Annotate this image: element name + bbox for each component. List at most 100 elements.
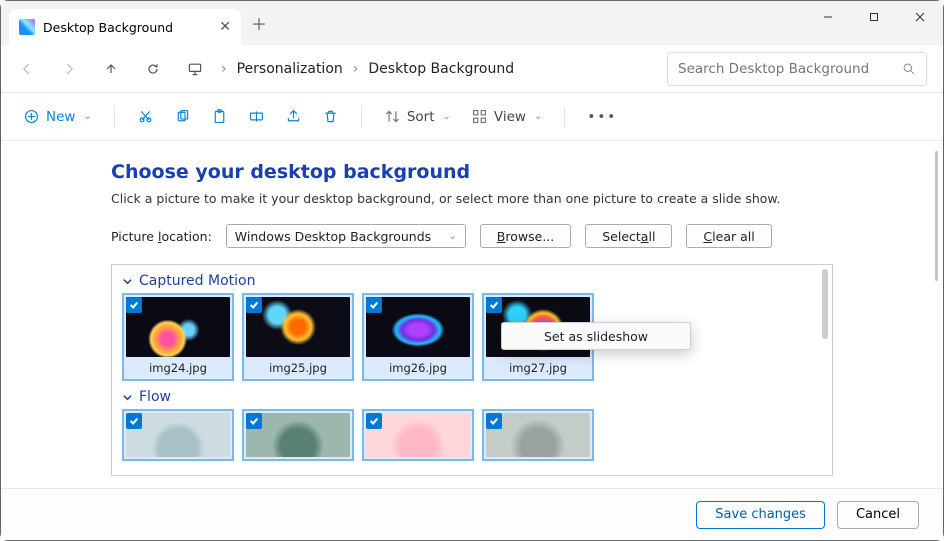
titlebar: Desktop Background ✕ ＋ <box>1 1 943 45</box>
group-name: Captured Motion <box>139 273 255 289</box>
chevron-down-icon <box>122 276 133 287</box>
checkbox-checked[interactable] <box>486 413 502 429</box>
browse-button[interactable]: Browse... <box>480 224 571 248</box>
checkbox-checked[interactable] <box>126 297 142 313</box>
location-row: Picture location: Windows Desktop Backgr… <box>111 224 833 248</box>
more-button[interactable]: ••• <box>579 101 625 133</box>
select-all-button[interactable]: Select all <box>585 224 672 248</box>
crumb-personalization[interactable]: Personalization <box>237 61 343 77</box>
thumbnail[interactable]: img25.jpg <box>242 293 354 381</box>
new-label: New <box>46 109 75 125</box>
location-label: Picture location: <box>111 229 212 244</box>
checkbox-checked[interactable] <box>246 413 262 429</box>
page-subtitle: Click a picture to make it your desktop … <box>111 191 833 206</box>
rename-button[interactable] <box>240 101 273 133</box>
delete-button[interactable] <box>314 101 347 133</box>
group-header-captured-motion[interactable]: Captured Motion <box>112 265 832 293</box>
thumbnail[interactable] <box>122 409 234 461</box>
search-input[interactable] <box>678 61 901 77</box>
chevron-down-icon: ⌄ <box>448 231 456 242</box>
sort-label: Sort <box>407 109 435 125</box>
gallery-scrollbar[interactable] <box>818 267 830 473</box>
maximize-button[interactable] <box>851 1 897 33</box>
refresh-button[interactable] <box>133 51 173 87</box>
chevron-right-icon: › <box>353 61 359 77</box>
thumbnail[interactable] <box>242 409 354 461</box>
location-select[interactable]: Windows Desktop Backgrounds ⌄ <box>226 224 466 248</box>
view-button[interactable]: View ⌄ <box>463 101 550 133</box>
more-icon: ••• <box>587 109 617 125</box>
page-title: Choose your desktop background <box>111 161 833 183</box>
paste-button[interactable] <box>203 101 236 133</box>
share-icon <box>285 108 302 125</box>
app-icon <box>19 19 35 35</box>
below-gallery-labels: Picture position: Change picture every: <box>111 476 833 488</box>
up-button[interactable] <box>91 51 131 87</box>
checkbox-checked[interactable] <box>126 413 142 429</box>
chevron-down-icon: ⌄ <box>83 111 91 122</box>
toolbar-separator <box>114 106 115 128</box>
rename-icon <box>248 108 265 125</box>
monitor-icon[interactable] <box>175 51 215 87</box>
thumb-row: img24.jpg img25.jpg img26.jpg img27.jpg <box>112 293 832 381</box>
cancel-button[interactable]: Cancel <box>837 501 919 529</box>
checkbox-checked[interactable] <box>486 297 502 313</box>
checkbox-checked[interactable] <box>246 297 262 313</box>
cut-button[interactable] <box>129 101 162 133</box>
new-button[interactable]: New ⌄ <box>15 101 100 133</box>
group-header-flow[interactable]: Flow <box>112 381 832 409</box>
close-window-button[interactable] <box>897 1 943 33</box>
context-menu-item[interactable]: Set as slideshow <box>544 329 648 344</box>
breadcrumb[interactable]: › Personalization › Desktop Background <box>221 61 665 77</box>
content-area: Choose your desktop background Click a p… <box>1 141 943 488</box>
chevron-right-icon: › <box>221 61 227 77</box>
chevron-down-icon: ⌄ <box>534 111 542 122</box>
thumbnail-caption: img24.jpg <box>126 357 230 377</box>
plus-circle-icon <box>23 108 40 125</box>
new-tab-button[interactable]: ＋ <box>241 11 277 35</box>
search-icon <box>901 61 916 76</box>
view-label: View <box>494 109 526 125</box>
search-box[interactable] <box>667 52 927 86</box>
save-changes-button[interactable]: Save changes <box>696 501 825 529</box>
close-tab-icon[interactable]: ✕ <box>219 19 231 35</box>
chevron-down-icon: ⌄ <box>443 111 451 122</box>
paste-icon <box>211 108 228 125</box>
gallery-frame: Captured Motion img24.jpg img25.jpg img2… <box>111 264 833 476</box>
checkbox-checked[interactable] <box>366 297 382 313</box>
context-menu[interactable]: Set as slideshow <box>501 322 691 350</box>
thumbnail[interactable] <box>362 409 474 461</box>
thumb-row <box>112 409 832 461</box>
back-button[interactable] <box>7 51 47 87</box>
active-tab[interactable]: Desktop Background ✕ <box>9 9 241 45</box>
sort-button[interactable]: Sort ⌄ <box>376 101 459 133</box>
window-controls <box>805 1 943 33</box>
trash-icon <box>322 108 339 125</box>
thumbnail[interactable] <box>482 409 594 461</box>
thumbnail[interactable]: img26.jpg <box>362 293 474 381</box>
tab-title: Desktop Background <box>43 20 211 35</box>
nav-row: › Personalization › Desktop Background <box>1 45 943 93</box>
group-name: Flow <box>139 389 171 405</box>
share-button[interactable] <box>277 101 310 133</box>
crumb-desktop-background[interactable]: Desktop Background <box>368 61 514 77</box>
clear-all-button[interactable]: Clear all <box>686 224 771 248</box>
view-icon <box>471 108 488 125</box>
command-toolbar: New ⌄ Sort ⌄ View ⌄ ••• <box>1 93 943 141</box>
copy-button[interactable] <box>166 101 199 133</box>
toolbar-separator <box>361 106 362 128</box>
minimize-button[interactable] <box>805 1 851 33</box>
thumbnail[interactable]: img24.jpg <box>122 293 234 381</box>
toolbar-separator <box>564 106 565 128</box>
copy-icon <box>174 108 191 125</box>
checkbox-checked[interactable] <box>366 413 382 429</box>
sort-icon <box>384 108 401 125</box>
thumbnail-caption: img27.jpg <box>486 357 590 377</box>
forward-button[interactable] <box>49 51 89 87</box>
location-value: Windows Desktop Backgrounds <box>235 229 431 244</box>
page-scrollbar[interactable] <box>929 151 941 480</box>
cut-icon <box>137 108 154 125</box>
thumbnail-caption: img25.jpg <box>246 357 350 377</box>
chevron-down-icon <box>122 392 133 403</box>
thumbnail-caption: img26.jpg <box>366 357 470 377</box>
